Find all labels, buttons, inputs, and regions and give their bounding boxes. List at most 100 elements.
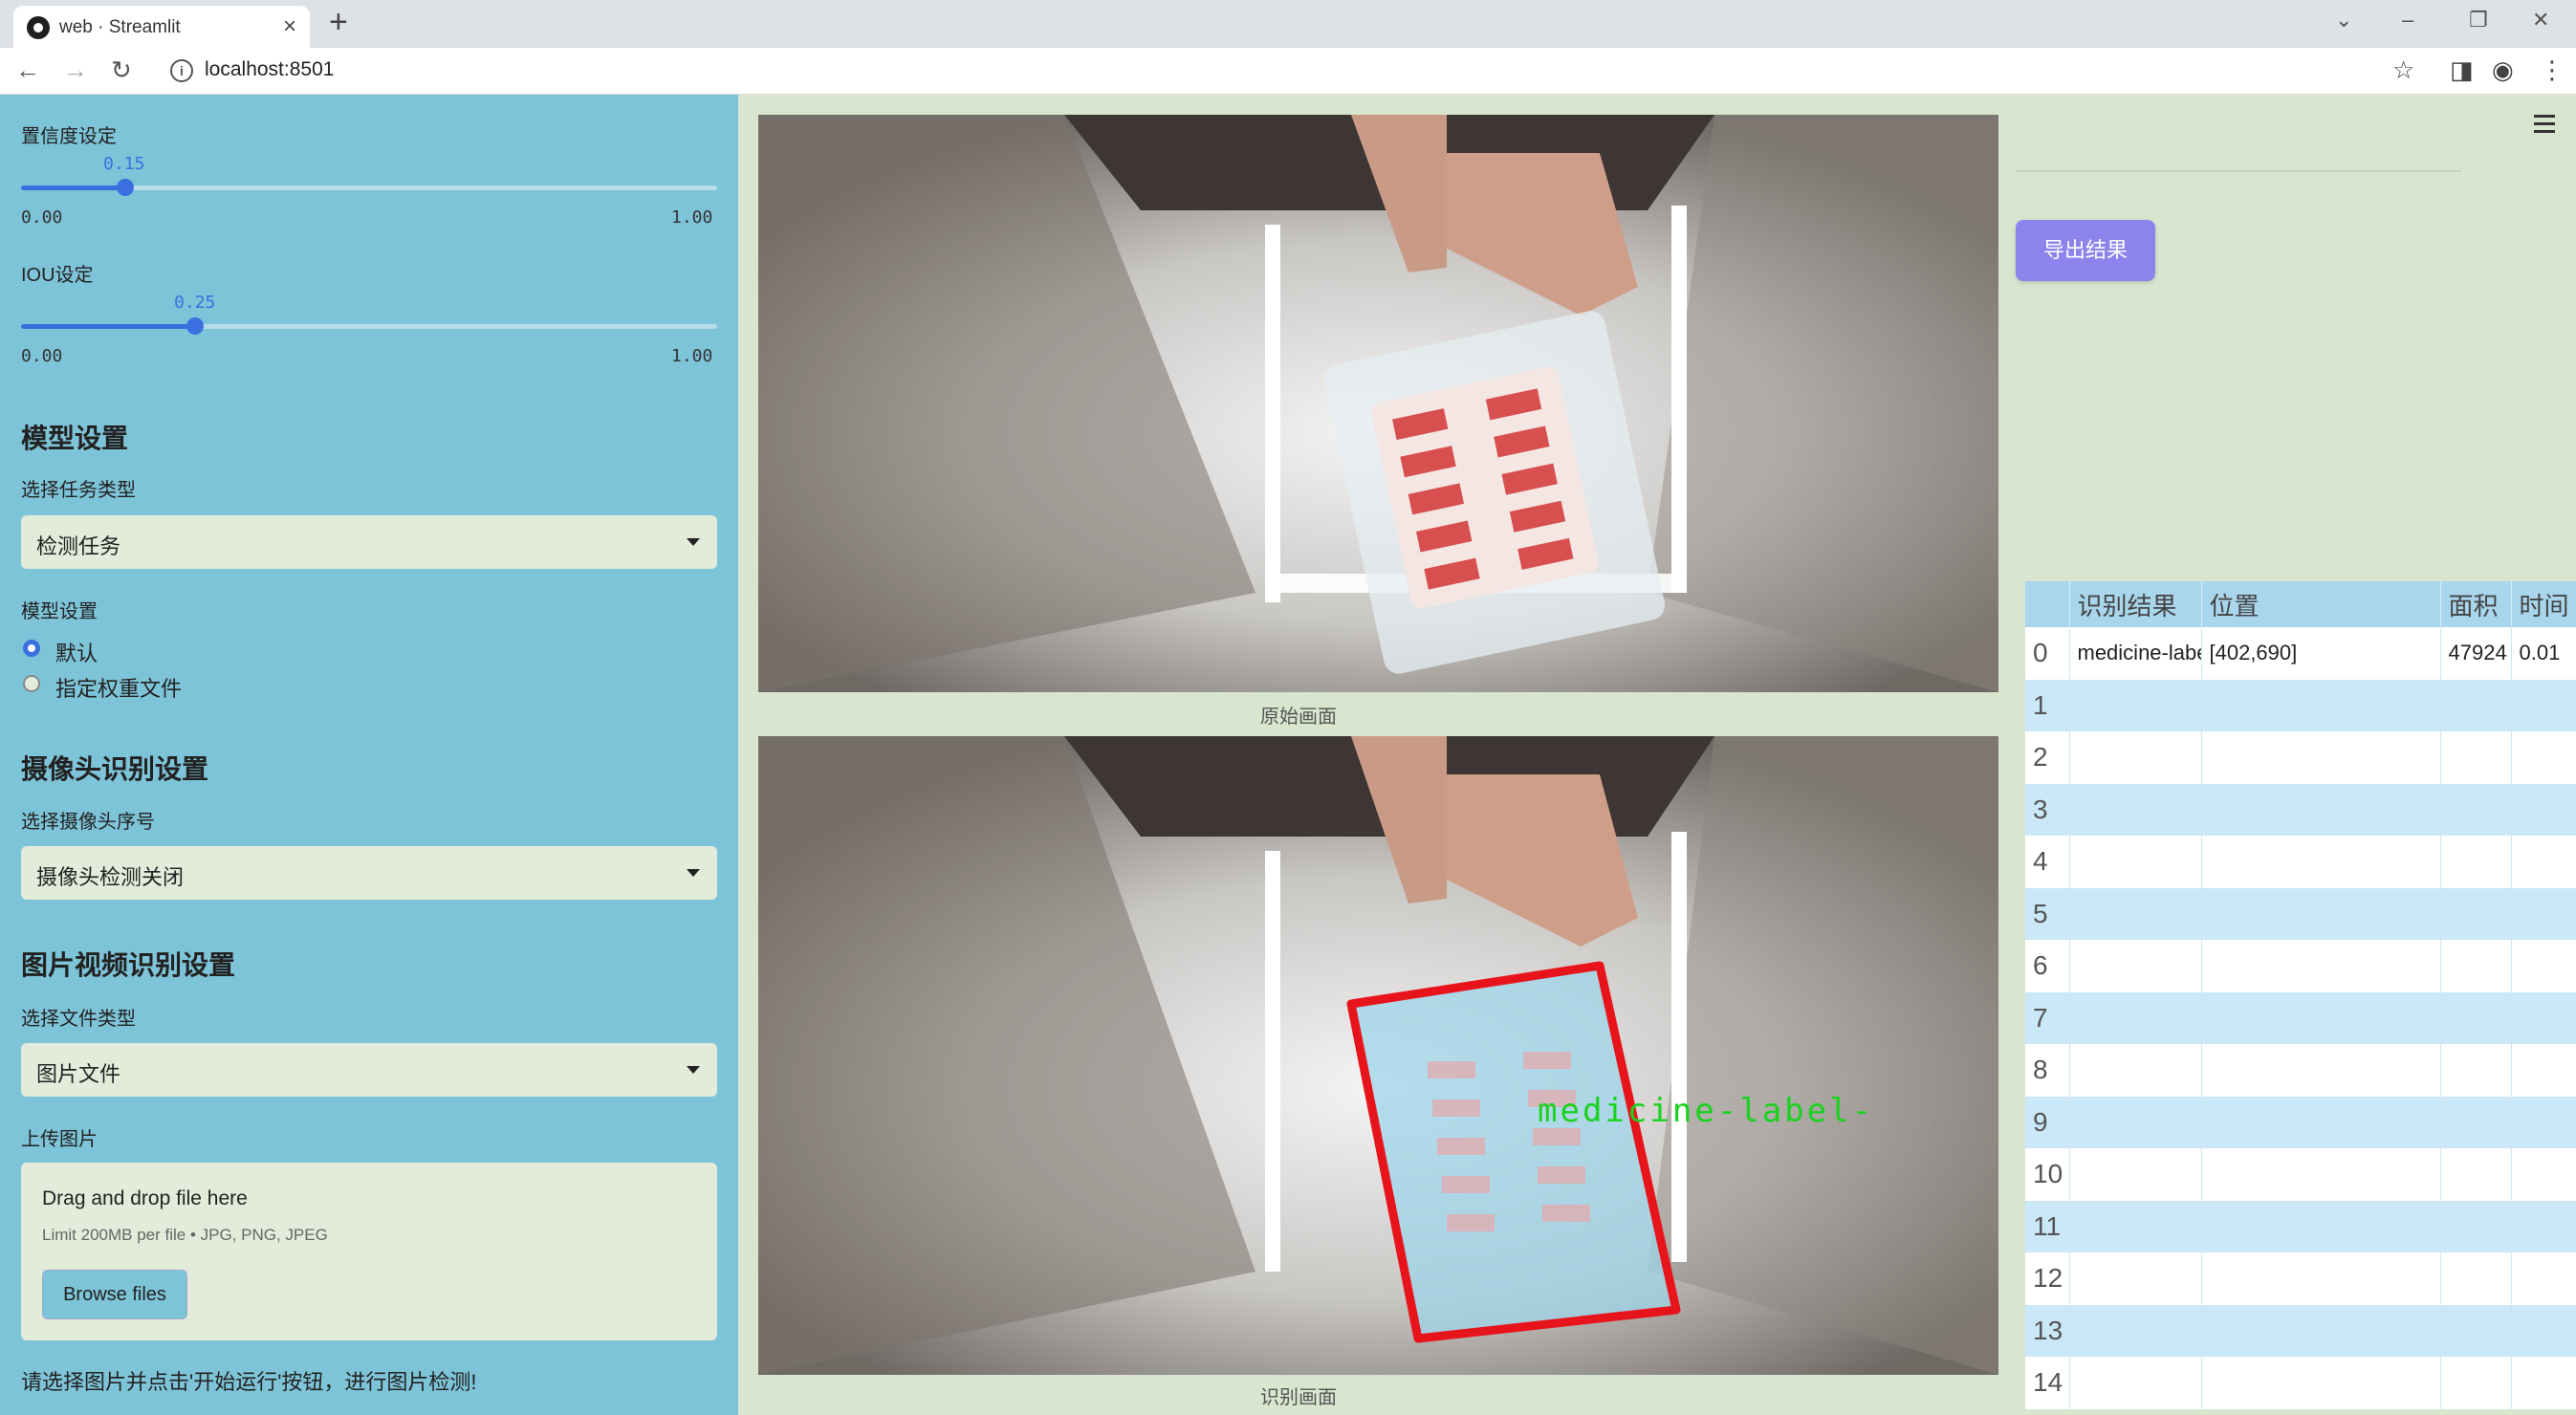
media-heading: 图片视频识别设置 — [21, 950, 236, 980]
file-dropzone[interactable]: Drag and drop file here Limit 200MB per … — [21, 1163, 717, 1340]
cell-result — [2069, 679, 2202, 731]
table-row[interactable]: 2 — [2025, 731, 2576, 784]
iou-slider-fill — [21, 324, 195, 329]
hamburger-menu-icon[interactable] — [2534, 115, 2555, 138]
table-row[interactable]: 3 — [2025, 783, 2576, 836]
cell-area — [2440, 1096, 2512, 1148]
table-row[interactable]: 12 — [2025, 1252, 2576, 1305]
detection-label: medicine-label- — [1538, 1092, 1874, 1130]
close-icon[interactable]: × — [283, 13, 296, 40]
table-row[interactable]: 1 — [2025, 679, 2576, 731]
detection-image: medicine-label- — [758, 736, 1998, 1375]
cell-time — [2511, 783, 2576, 836]
confidence-value: 0.15 — [103, 154, 145, 174]
radio-checked-icon[interactable] — [23, 640, 40, 657]
browse-files-button[interactable]: Browse files — [42, 1270, 187, 1319]
radio-unchecked-icon[interactable] — [23, 675, 40, 692]
task-type-select[interactable]: 检测任务 — [21, 515, 717, 569]
dropzone-limit: Limit 200MB per file • JPG, PNG, JPEG — [42, 1226, 328, 1244]
table-row[interactable]: 5 — [2025, 887, 2576, 940]
streamlit-favicon — [27, 16, 50, 39]
table-row[interactable]: 6 — [2025, 940, 2576, 992]
cell-index: 13 — [2025, 1304, 2070, 1357]
cell-time: 0.01 — [2511, 627, 2576, 680]
window-close-icon[interactable]: ✕ — [2532, 8, 2549, 33]
hint-text: 请选择图片并点击'开始运行'按钮，进行图片检测! — [21, 1370, 477, 1394]
cell-result — [2069, 731, 2202, 784]
iou-max: 1.00 — [671, 346, 713, 366]
back-icon[interactable]: ← — [15, 55, 40, 85]
table-row[interactable]: 13 — [2025, 1304, 2576, 1357]
kebab-menu-icon[interactable]: ⋮ — [2540, 55, 2565, 85]
table-row[interactable]: 8 — [2025, 1044, 2576, 1097]
cell-position — [2201, 1044, 2441, 1097]
cell-position — [2201, 991, 2441, 1044]
cell-index: 0 — [2025, 627, 2070, 680]
export-results-button[interactable]: 导出结果 — [2016, 220, 2155, 281]
sidepanel-icon[interactable]: ◨ — [2450, 55, 2474, 85]
col-header-area[interactable]: 面积 — [2440, 581, 2512, 627]
upload-label: 上传图片 — [21, 1129, 98, 1150]
camera-select[interactable]: 摄像头检测关闭 — [21, 846, 717, 900]
confidence-slider-thumb[interactable] — [117, 179, 135, 196]
radio-custom-weights-label: 指定权重文件 — [55, 677, 183, 701]
cell-result — [2069, 1357, 2202, 1409]
plus-icon[interactable]: + — [329, 4, 348, 41]
cell-position — [2201, 731, 2441, 784]
address-bar[interactable]: localhost:8501 — [205, 58, 334, 81]
cell-area — [2440, 1044, 2512, 1097]
cell-position — [2201, 1252, 2441, 1305]
chevron-down-icon[interactable]: ⌄ — [2335, 8, 2352, 33]
col-header-time[interactable]: 时间 — [2511, 581, 2576, 627]
model-setting-label: 模型设置 — [21, 601, 98, 622]
cell-result — [2069, 1148, 2202, 1201]
cell-area — [2440, 731, 2512, 784]
tab-title: web · Streamlit — [59, 17, 181, 37]
iou-slider-thumb[interactable] — [186, 317, 204, 335]
col-header-result[interactable]: 识别结果 — [2069, 581, 2202, 627]
table-row[interactable]: 10 — [2025, 1148, 2576, 1201]
table-row[interactable]: 11 — [2025, 1200, 2576, 1252]
star-icon[interactable]: ☆ — [2392, 55, 2414, 85]
reload-icon[interactable]: ↻ — [111, 55, 132, 85]
cell-time — [2511, 887, 2576, 940]
chevron-down-icon — [687, 869, 700, 877]
table-row[interactable]: 9 — [2025, 1096, 2576, 1148]
camera-label: 选择摄像头序号 — [21, 812, 155, 833]
cell-area — [2440, 1252, 2512, 1305]
forward-icon[interactable]: → — [63, 55, 88, 85]
cell-result — [2069, 991, 2202, 1044]
profile-icon[interactable]: ◉ — [2492, 55, 2514, 85]
confidence-slider[interactable] — [21, 179, 717, 196]
cell-result — [2069, 1044, 2202, 1097]
iou-slider[interactable] — [21, 317, 717, 335]
divider — [2016, 170, 2461, 172]
cell-area — [2440, 1357, 2512, 1409]
browser-tab[interactable]: web · Streamlit × — [13, 6, 310, 48]
cell-result — [2069, 1304, 2202, 1357]
minimize-icon[interactable]: – — [2402, 8, 2413, 33]
cell-area — [2440, 836, 2512, 888]
table-row[interactable]: 7 — [2025, 991, 2576, 1044]
chevron-down-icon — [687, 1066, 700, 1074]
original-scene — [758, 115, 1998, 692]
cell-time — [2511, 836, 2576, 888]
file-type-select[interactable]: 图片文件 — [21, 1043, 717, 1097]
cell-area — [2440, 679, 2512, 731]
cell-result: medicine-label — [2069, 627, 2202, 680]
cell-time — [2511, 1252, 2576, 1305]
col-header-position[interactable]: 位置 — [2201, 581, 2441, 627]
cell-area: 47924 — [2440, 627, 2512, 680]
cell-area — [2440, 1200, 2512, 1252]
restore-icon[interactable]: ❐ — [2469, 8, 2488, 33]
cell-index: 10 — [2025, 1148, 2070, 1201]
table-row[interactable]: 14 — [2025, 1357, 2576, 1409]
info-icon[interactable]: i — [170, 59, 193, 82]
detection-scene: medicine-label- — [758, 736, 1998, 1375]
cell-time — [2511, 731, 2576, 784]
table-row[interactable]: 0 medicine-label [402,690] 47924 0.01 — [2025, 627, 2576, 680]
cell-result — [2069, 1252, 2202, 1305]
table-row[interactable]: 4 — [2025, 836, 2576, 888]
radio-default-label: 默认 — [55, 642, 98, 665]
col-header-index[interactable] — [2025, 581, 2070, 627]
